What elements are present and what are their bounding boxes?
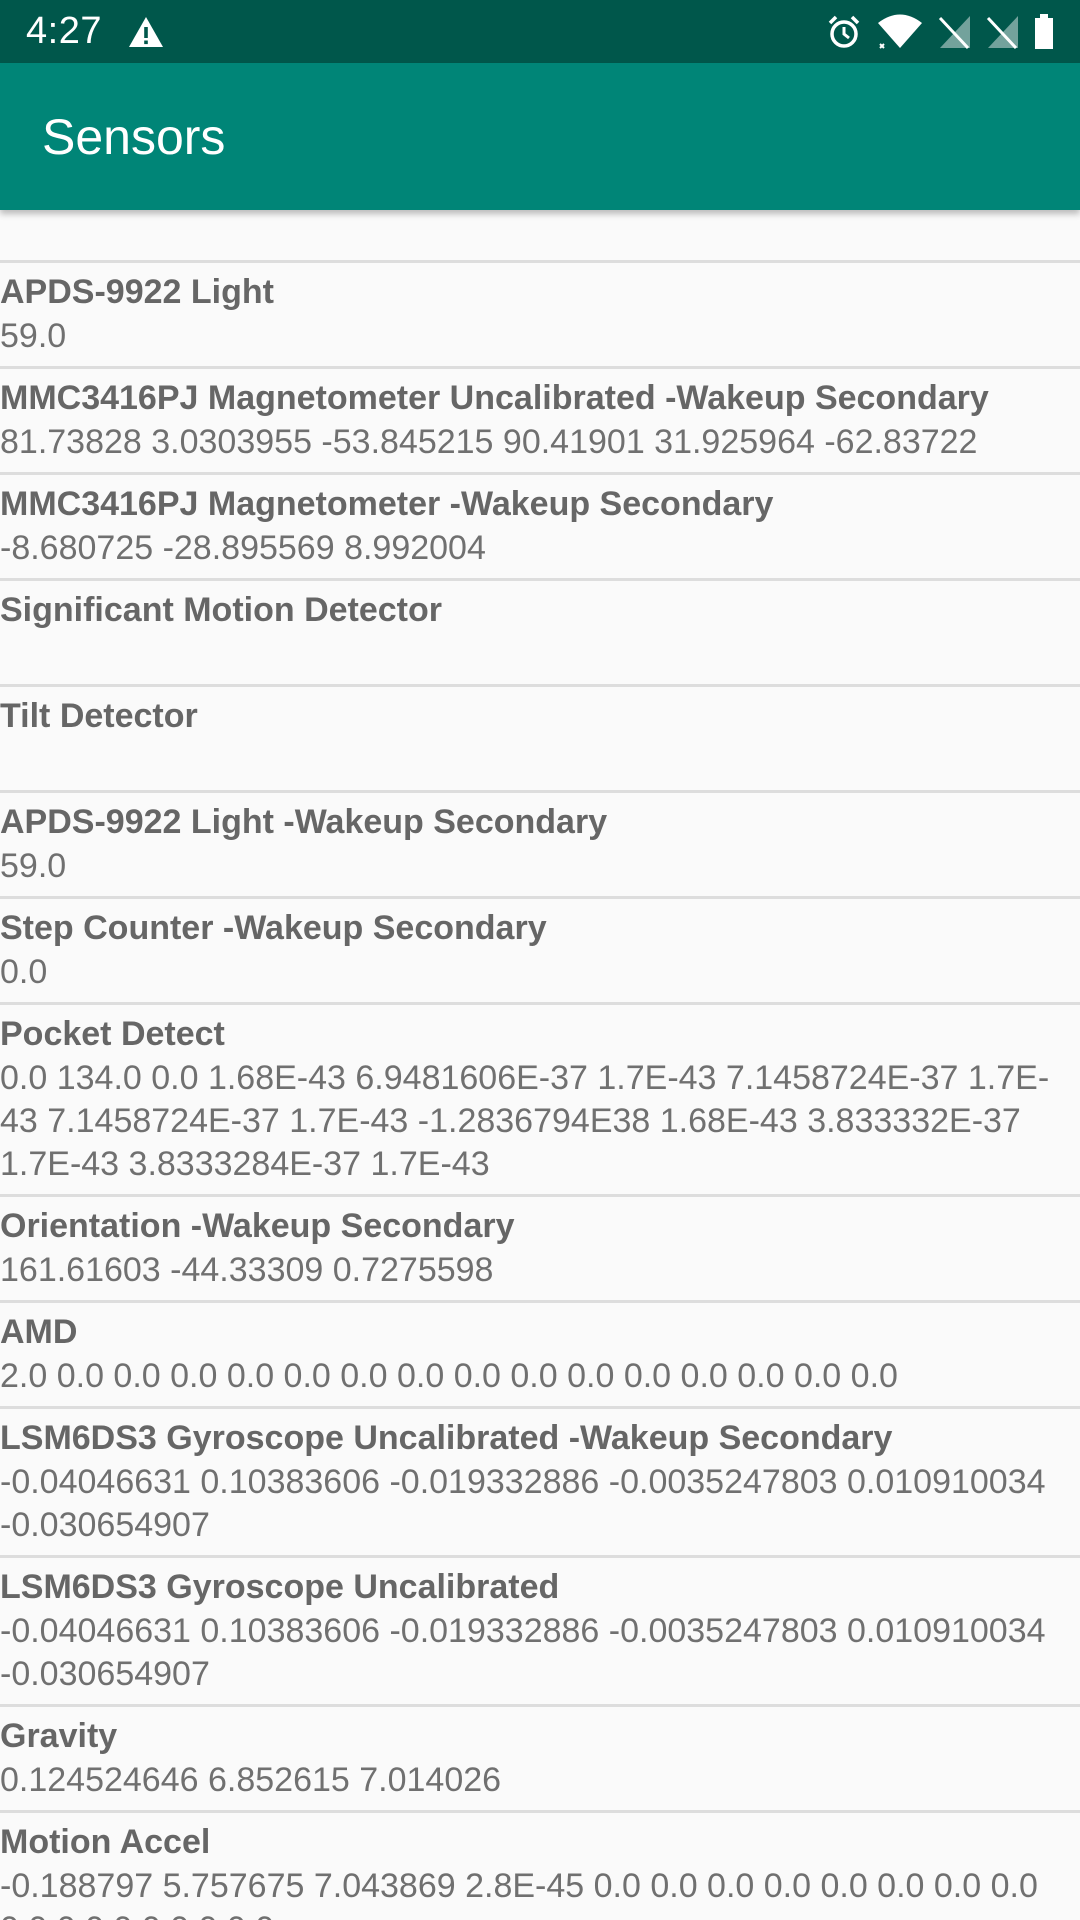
- sensor-name: APDS-9922 Light: [0, 273, 274, 311]
- list-header-spacer: [0, 210, 1080, 263]
- status-icons: [826, 13, 1054, 50]
- sensor-values: 59.0: [0, 847, 67, 885]
- list-item[interactable]: MMC3416PJ Magnetometer Uncalibrated -Wak…: [0, 369, 1080, 475]
- list-item[interactable]: LSM6DS3 Gyroscope Uncalibrated -Wakeup S…: [0, 1409, 1080, 1558]
- list-item[interactable]: Gravity 0.124524646 6.852615 7.014026: [0, 1707, 1080, 1813]
- sensor-values: -0.04046631 0.10383606 -0.019332886 -0.0…: [0, 1463, 1046, 1544]
- battery-icon: [1034, 13, 1054, 50]
- wifi-icon: [876, 14, 924, 50]
- sensor-name: MMC3416PJ Magnetometer Uncalibrated -Wak…: [0, 379, 989, 417]
- alarm-icon: [826, 14, 862, 50]
- list-item[interactable]: Motion Accel -0.188797 5.757675 7.043869 …: [0, 1813, 1080, 1920]
- sensor-values: 0.0: [0, 953, 48, 991]
- sensor-name: Motion Accel: [0, 1823, 211, 1861]
- sensor-name: Pocket Detect: [0, 1015, 225, 1053]
- sensor-name: LSM6DS3 Gyroscope Uncalibrated -Wakeup S…: [0, 1419, 893, 1457]
- sensor-values: 2.0 0.0 0.0 0.0 0.0 0.0 0.0 0.0 0.0 0.0 …: [0, 1357, 898, 1395]
- list-item[interactable]: Orientation -Wakeup Secondary 161.61603 -…: [0, 1197, 1080, 1303]
- sensor-name: MMC3416PJ Magnetometer -Wakeup Secondary: [0, 485, 774, 523]
- warning-icon: [128, 16, 164, 48]
- list-item[interactable]: Significant Motion Detector: [0, 581, 1080, 687]
- sensor-values: 0.124524646 6.852615 7.014026: [0, 1761, 502, 1799]
- sensor-values: 161.61603 -44.33309 0.7275598: [0, 1251, 494, 1289]
- sensor-name: Significant Motion Detector: [0, 591, 442, 629]
- status-bar: 4:27: [0, 0, 1080, 63]
- sensor-name: Step Counter -Wakeup Secondary: [0, 909, 547, 947]
- sensor-values: -8.680725 -28.895569 8.992004: [0, 529, 486, 567]
- sensor-values: 0.0 134.0 0.0 1.68E-43 6.9481606E-37 1.7…: [0, 1059, 1050, 1183]
- list-item[interactable]: Tilt Detector: [0, 687, 1080, 793]
- sensor-values: -0.188797 5.757675 7.043869 2.8E-45 0.0 …: [0, 1867, 1038, 1920]
- sensor-name: Tilt Detector: [0, 697, 198, 735]
- sensor-values: -0.04046631 0.10383606 -0.019332886 -0.0…: [0, 1612, 1046, 1693]
- list-item[interactable]: MMC3416PJ Magnetometer -Wakeup Secondary…: [0, 475, 1080, 581]
- list-item[interactable]: APDS-9922 Light -Wakeup Secondary 59.0: [0, 793, 1080, 899]
- sensor-values: 59.0: [0, 317, 67, 355]
- no-sim-icon: [938, 14, 972, 50]
- sensor-list[interactable]: APDS-9922 Light 59.0 MMC3416PJ Magnetomete…: [0, 210, 1080, 1920]
- sensor-values: 81.73828 3.0303955 -53.845215 90.41901 3…: [0, 423, 978, 461]
- sensor-name: AMD: [0, 1313, 78, 1351]
- sensor-values: [0, 633, 1080, 676]
- sensor-name: Orientation -Wakeup Secondary: [0, 1207, 515, 1245]
- sensor-name: Gravity: [0, 1717, 118, 1755]
- sensor-values: [0, 739, 1080, 782]
- list-item[interactable]: Step Counter -Wakeup Secondary 0.0: [0, 899, 1080, 1005]
- list-item[interactable]: Pocket Detect 0.0 134.0 0.0 1.68E-43 6.94…: [0, 1005, 1080, 1197]
- sensor-name: LSM6DS3 Gyroscope Uncalibrated: [0, 1568, 560, 1606]
- list-item[interactable]: LSM6DS3 Gyroscope Uncalibrated -0.0404663…: [0, 1558, 1080, 1707]
- app-bar: Sensors: [0, 63, 1080, 210]
- no-sim-icon: [986, 14, 1020, 50]
- page-title: Sensors: [42, 108, 226, 165]
- sensor-name: APDS-9922 Light -Wakeup Secondary: [0, 803, 608, 841]
- list-item[interactable]: APDS-9922 Light 59.0: [0, 263, 1080, 369]
- list-item[interactable]: AMD 2.0 0.0 0.0 0.0 0.0 0.0 0.0 0.0 0.0 0…: [0, 1303, 1080, 1409]
- status-time: 4:27: [26, 10, 102, 52]
